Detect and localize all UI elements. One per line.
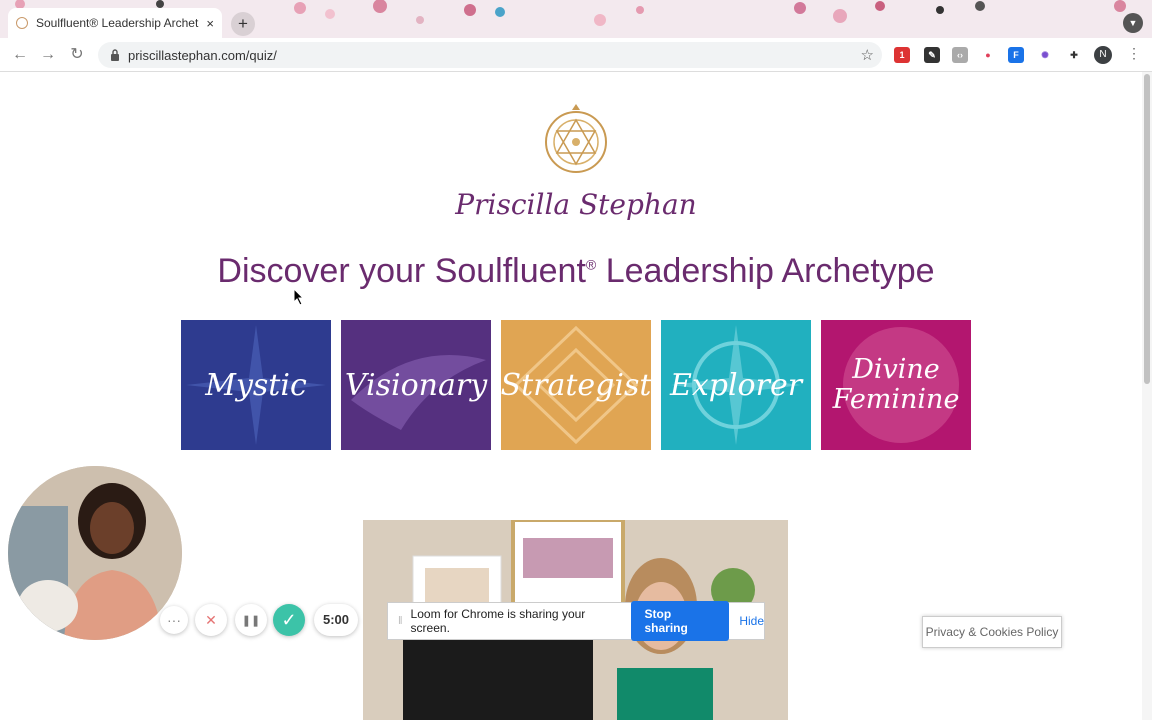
profile-avatar[interactable]: N	[1094, 46, 1112, 64]
extension-dots-icon[interactable]: ●	[980, 47, 996, 63]
recorder-pause-button[interactable]: ❚❚	[235, 604, 267, 636]
recording-timer: 5:00	[314, 604, 358, 636]
scrollbar-thumb[interactable]	[1144, 74, 1150, 384]
privacy-policy-link[interactable]: Privacy & Cookies Policy	[922, 616, 1062, 648]
recorder-cancel-button[interactable]: ✕	[195, 604, 227, 636]
extension-red-icon[interactable]: 1	[894, 47, 910, 63]
webcam-feed-image	[8, 466, 182, 640]
tab-title: Soulfluent® Leadership Archet	[36, 16, 199, 30]
reload-icon[interactable]: ↻	[67, 45, 87, 65]
tab-close-icon[interactable]: ×	[206, 16, 214, 31]
extension-code-icon[interactable]: ‹›	[952, 47, 968, 63]
archetype-tile-explorer[interactable]: Explorer	[661, 320, 811, 450]
new-tab-button[interactable]: +	[231, 12, 255, 36]
stop-sharing-button[interactable]: Stop sharing	[630, 601, 730, 641]
recorder-finish-button[interactable]: ✓	[273, 604, 305, 636]
share-message: Loom for Chrome is sharing your screen.	[410, 607, 586, 635]
address-bar[interactable]: priscillastephan.com/quiz/ ☆	[98, 42, 882, 68]
archetype-label: Divine Feminine	[832, 354, 960, 415]
browser-menu-icon[interactable]: ⋮	[1127, 45, 1141, 62]
archetype-label: Explorer	[669, 367, 803, 403]
mandala-logo-icon	[545, 104, 607, 173]
mouse-cursor-icon	[293, 288, 305, 306]
archetype-label: Mystic	[205, 367, 307, 403]
archetype-label: Visionary	[344, 367, 488, 403]
extension-f-icon[interactable]: F	[1008, 47, 1024, 63]
archetype-tile-visionary[interactable]: Visionary	[341, 320, 491, 450]
screen-share-notice: ‖ Loom for Chrome is sharing your screen…	[387, 601, 765, 641]
pause-icon: ❚❚	[241, 614, 261, 627]
brand-name[interactable]: Priscilla Stephan	[0, 188, 1152, 221]
forward-arrow-icon[interactable]: →	[38, 45, 58, 65]
page-scrollbar[interactable]	[1142, 72, 1152, 720]
webcam-bubble[interactable]	[8, 466, 182, 640]
browser-tab-strip: Soulfluent® Leadership Archet × + ▼	[0, 0, 1152, 38]
back-arrow-icon[interactable]: ←	[10, 45, 30, 65]
checkmark-icon: ✓	[281, 609, 297, 630]
browser-toolbar: ← → ↻ priscillastephan.com/quiz/ ☆ 1 ✎ ‹…	[0, 38, 1152, 72]
extension-badge: 1	[899, 50, 905, 60]
more-dots-icon: ···	[167, 612, 181, 628]
extensions-puzzle-icon[interactable]: ✚	[1066, 47, 1082, 63]
archetype-label: Strategist	[501, 367, 651, 403]
active-tab[interactable]: Soulfluent® Leadership Archet ×	[8, 8, 222, 38]
extension-pen-icon[interactable]: ✎	[924, 47, 940, 63]
archetype-tile-strategist[interactable]: Strategist	[501, 320, 651, 450]
lock-icon	[111, 49, 119, 61]
registered-mark: ®	[585, 256, 597, 273]
archetype-tile-divine-feminine[interactable]: Divine Feminine	[821, 320, 971, 450]
cancel-x-icon: ✕	[205, 611, 217, 628]
tab-search-icon[interactable]: ▼	[1123, 13, 1143, 33]
hide-button[interactable]: Hide	[739, 614, 764, 628]
page-title: Discover your Soulfluent® Leadership Arc…	[0, 252, 1152, 291]
bookmark-star-icon[interactable]: ☆	[861, 46, 874, 64]
extension-flower-icon[interactable]: ✺	[1037, 47, 1053, 63]
headline-text: Discover your Soulfluent	[217, 252, 586, 290]
site-favicon-icon	[16, 17, 28, 29]
recorder-more-button[interactable]: ···	[160, 606, 188, 634]
archetype-tile-mystic[interactable]: Mystic	[181, 320, 331, 450]
url-text: priscillastephan.com/quiz/	[128, 47, 277, 63]
headline-text-end: Leadership Archetype	[596, 252, 935, 290]
drag-handle-icon[interactable]: ‖	[398, 615, 403, 627]
